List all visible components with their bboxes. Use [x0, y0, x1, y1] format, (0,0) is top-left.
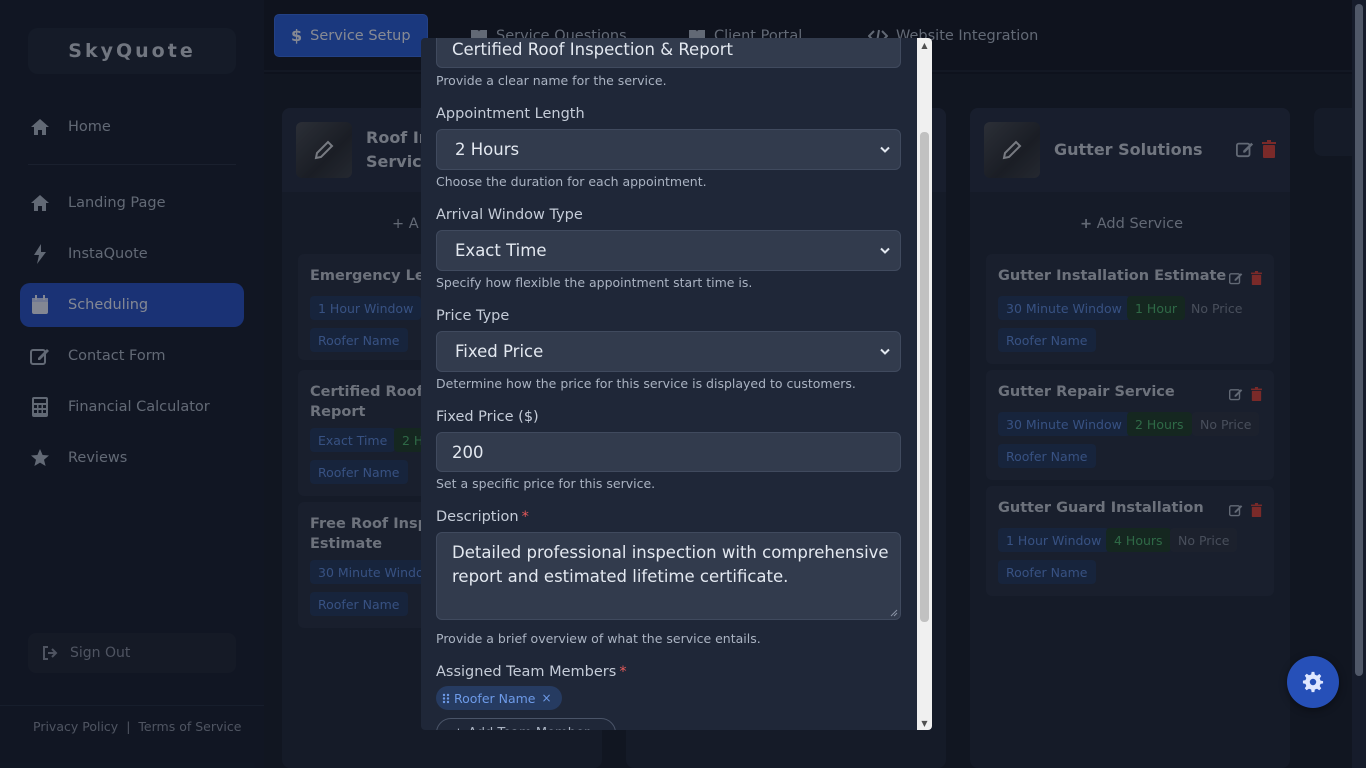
- scrollbar-thumb[interactable]: [920, 132, 929, 622]
- price-type-hint: Determine how the price for this service…: [436, 376, 856, 391]
- add-team-member-button[interactable]: + Add Team Member: [436, 718, 616, 730]
- appointment-length-select[interactable]: 2 Hours: [436, 129, 901, 170]
- description-hint: Provide a brief overview of what the ser…: [436, 631, 761, 646]
- description-label-text: Description: [436, 509, 519, 525]
- gear-icon: [1302, 671, 1324, 693]
- arrival-window-label: Arrival Window Type: [436, 207, 583, 223]
- price-type-label: Price Type: [436, 308, 510, 324]
- description-label: Description *: [436, 509, 529, 525]
- arrival-window-hint: Specify how flexible the appointment sta…: [436, 275, 753, 290]
- arrival-window-select[interactable]: Exact Time: [436, 230, 901, 271]
- chevron-down-icon: [880, 146, 890, 153]
- service-name-input[interactable]: Certified Roof Inspection & Report: [436, 38, 901, 68]
- description-text: Detailed professional inspection with co…: [452, 543, 889, 586]
- appointment-length-hint: Choose the duration for each appointment…: [436, 174, 707, 189]
- selected-value: Fixed Price: [455, 342, 544, 361]
- scroll-down-icon[interactable]: ▼: [917, 716, 932, 730]
- fixed-price-hint: Set a specific price for this service.: [436, 476, 656, 491]
- scrollbar-thumb[interactable]: [1355, 4, 1363, 676]
- fixed-price-label: Fixed Price ($): [436, 409, 539, 425]
- resize-handle-icon: [890, 609, 898, 617]
- scroll-up-icon[interactable]: ▲: [917, 38, 932, 52]
- price-type-select[interactable]: Fixed Price: [436, 331, 901, 372]
- team-members-label-text: Assigned Team Members: [436, 664, 617, 680]
- description-textarea[interactable]: Detailed professional inspection with co…: [436, 532, 901, 620]
- edit-service-modal: Certified Roof Inspection & Report Provi…: [421, 38, 932, 730]
- page-scrollbar[interactable]: [1352, 0, 1366, 768]
- appointment-length-label: Appointment Length: [436, 106, 585, 122]
- team-members-label: Assigned Team Members *: [436, 664, 627, 680]
- required-mark: *: [619, 664, 627, 680]
- modal-scrollbar[interactable]: ▲ ▼: [917, 38, 932, 730]
- fixed-price-input[interactable]: 200: [436, 432, 901, 472]
- chevron-down-icon: [880, 348, 890, 355]
- drag-handle-icon[interactable]: [442, 693, 450, 704]
- required-mark: *: [521, 509, 529, 525]
- selected-value: Exact Time: [455, 241, 547, 260]
- team-member-chip[interactable]: Roofer Name ×: [436, 686, 562, 710]
- service-name-hint: Provide a clear name for the service.: [436, 73, 667, 88]
- selected-value: 2 Hours: [455, 140, 520, 159]
- team-member-name: Roofer Name: [454, 690, 536, 706]
- settings-button[interactable]: [1287, 656, 1339, 708]
- remove-member-icon[interactable]: ×: [542, 691, 552, 705]
- chevron-down-icon: [880, 247, 890, 254]
